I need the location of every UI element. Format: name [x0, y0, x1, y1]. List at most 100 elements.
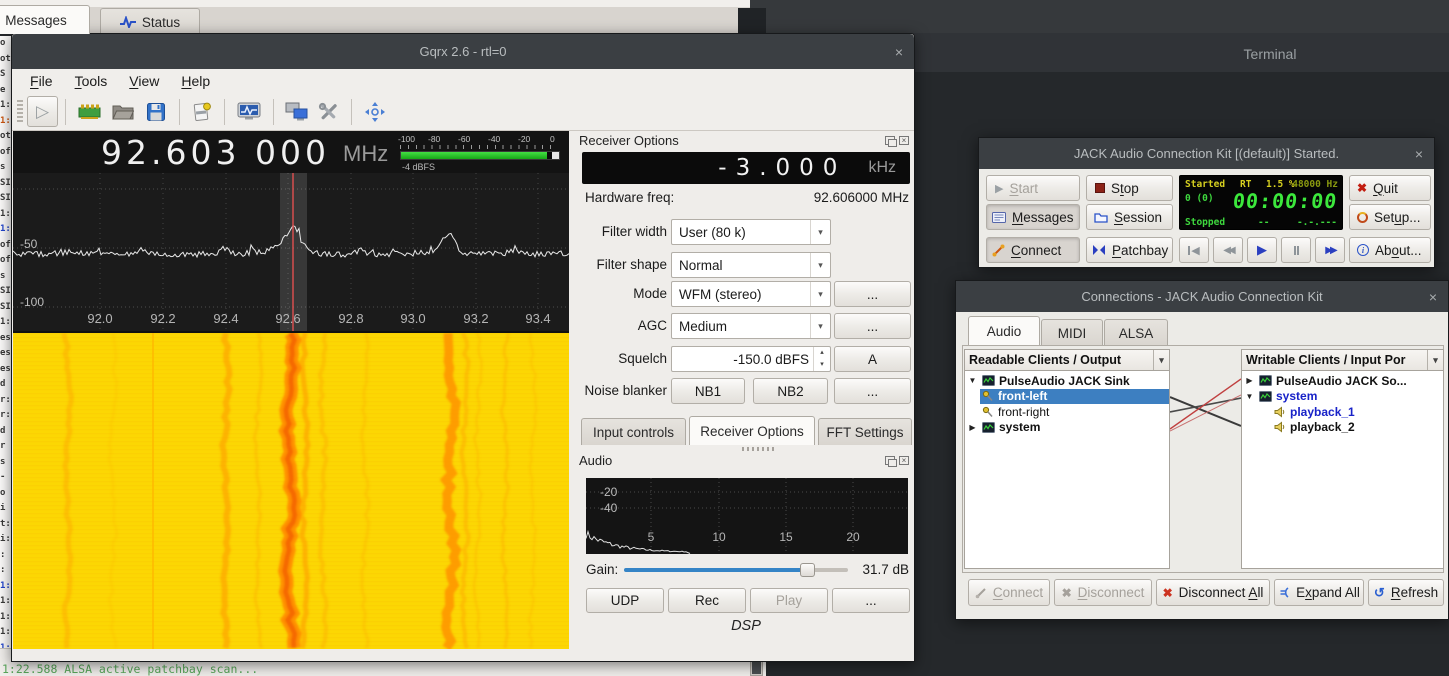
tree-port-row[interactable]: playback_1 [1242, 404, 1443, 420]
readable-clients-header[interactable]: Readable Clients / Output ▾ [964, 349, 1170, 371]
mode-combo[interactable]: WFM (stereo)▾ [671, 281, 831, 307]
patchbay-button[interactable]: Patchbay [1086, 237, 1173, 263]
menu-help[interactable]: Help [170, 73, 221, 89]
tab-audio[interactable]: Audio [968, 316, 1040, 345]
plot-panel: 92.603 000 MHz -100 -80 -60 -40 -20 0 -4… [13, 131, 569, 649]
io-devices-icon[interactable] [78, 103, 101, 121]
tab-fft-settings[interactable]: FFT Settings [818, 418, 912, 445]
log-row-fragment: 1: [0, 100, 11, 116]
jack-titlebar[interactable]: JACK Audio Connection Kit [(default)] St… [979, 138, 1434, 169]
agc-combo[interactable]: Medium▾ [671, 313, 831, 339]
disconnect-all-button[interactable]: ✖ Disconnect All [1156, 579, 1270, 606]
frequency-value[interactable]: 92.603 000 [101, 133, 330, 172]
transport-start-button[interactable]: ◀ [1179, 237, 1209, 263]
session-button[interactable]: Session [1086, 204, 1173, 230]
offset-value: -3.000 [718, 155, 846, 181]
gqrx-titlebar[interactable]: Gqrx 2.6 - rtl=0 × [12, 34, 914, 69]
spectrum-plot[interactable]: -50 -100 92.0 92.2 92.4 92.6 92.8 93.0 9… [13, 173, 569, 331]
close-icon[interactable]: × [1415, 146, 1423, 162]
close-icon[interactable]: × [1429, 289, 1437, 305]
tab-alsa[interactable]: ALSA [1104, 319, 1168, 346]
transport-forward-button[interactable]: ▶▶ [1315, 237, 1345, 263]
terminal-titlebar[interactable] [735, 0, 1449, 33]
squelch-spinbox[interactable]: -150.0 dBFS ▴ ▾ [671, 346, 831, 372]
tools-icon[interactable] [318, 102, 338, 122]
menu-file[interactable]: File [19, 73, 64, 89]
expand-all-button[interactable]: Expand All [1274, 579, 1364, 606]
nb1-button[interactable]: NB1 [671, 378, 745, 404]
rec-button[interactable]: Rec [668, 588, 746, 613]
offset-display[interactable]: -3.000 kHz [582, 152, 910, 184]
tab-status[interactable]: Status [100, 8, 200, 35]
dock-title: Audio [579, 453, 612, 468]
nb2-button[interactable]: NB2 [753, 378, 828, 404]
y-tick-label: -20 [600, 485, 617, 499]
tab-receiver-options[interactable]: Receiver Options [689, 416, 815, 445]
tree-client-row[interactable]: ▶ system [965, 420, 1169, 436]
tree-client-row[interactable]: ▼ PulseAudio JACK Sink [965, 373, 1169, 389]
transport-play-button[interactable]: ▶ [1247, 237, 1277, 263]
remote-control-icon[interactable] [285, 102, 309, 122]
log-row-fragment: i: [0, 534, 11, 550]
writable-clients-header[interactable]: Writable Clients / Input Por ▾ [1241, 349, 1444, 371]
close-icon[interactable]: × [895, 44, 903, 60]
bookmarks-icon[interactable] [192, 102, 212, 122]
log-row-fragment: SI [0, 178, 11, 194]
refresh-button[interactable]: ↺ Refresh [1368, 579, 1444, 606]
messages-button[interactable]: Messages [986, 204, 1080, 230]
tab-input-controls[interactable]: Input controls [581, 418, 686, 445]
toolbar-handle[interactable] [17, 100, 23, 124]
save-file-icon[interactable] [147, 103, 165, 121]
setup-button[interactable]: Setup... [1349, 204, 1431, 230]
gain-slider[interactable] [624, 563, 848, 577]
chevron-down-icon: ▾ [810, 282, 830, 306]
close-dock-icon[interactable]: × [899, 456, 909, 465]
connect-button[interactable]: Connect [986, 237, 1080, 263]
filter-width-combo[interactable]: User (80 k)▾ [671, 219, 831, 245]
about-button[interactable]: i About... [1349, 237, 1431, 263]
agc-options-button[interactable]: ... [834, 313, 911, 339]
spin-down-icon[interactable]: ▾ [814, 359, 830, 371]
transport-pause-button[interactable] [1281, 237, 1311, 263]
audio-options-button[interactable]: ... [832, 588, 910, 613]
spin-up-icon[interactable]: ▴ [814, 347, 830, 359]
float-dock-icon[interactable] [885, 136, 895, 145]
transport-rewind-button[interactable]: ◀◀ [1213, 237, 1243, 263]
tree-port-row[interactable]: front-right [965, 404, 1169, 420]
tree-client-row[interactable]: ▼ system [1242, 389, 1443, 405]
play-outline-icon: ▷ [36, 102, 49, 122]
dsp-window-icon[interactable] [237, 102, 261, 121]
squelch-auto-button[interactable]: A [834, 346, 911, 372]
audio-spectrum[interactable]: -20 -40 5 10 15 20 [586, 478, 908, 554]
filter-shape-combo[interactable]: Normal▾ [671, 252, 831, 278]
fullscreen-icon[interactable] [364, 101, 386, 123]
dsp-label: DSP [579, 618, 913, 634]
frequency-display[interactable]: 92.603 000 MHz -100 -80 -60 -40 -20 0 -4… [13, 131, 569, 173]
stop-button[interactable]: Stop [1086, 175, 1173, 201]
tab-messages[interactable]: Messages [0, 5, 90, 34]
tab-midi[interactable]: MIDI [1041, 319, 1103, 346]
connect-ports-button[interactable]: Connect [968, 579, 1050, 606]
connections-titlebar[interactable]: Connections - JACK Audio Connection Kit … [956, 281, 1448, 312]
float-dock-icon[interactable] [885, 456, 895, 465]
slider-handle[interactable] [800, 563, 815, 577]
nb-options-button[interactable]: ... [834, 378, 911, 404]
fast-forward-icon: ▶▶ [1325, 245, 1334, 256]
udp-button[interactable]: UDP [586, 588, 664, 613]
tree-port-row[interactable]: playback_2 [1242, 420, 1443, 436]
menu-tools[interactable]: Tools [64, 73, 119, 89]
menu-view[interactable]: View [118, 73, 170, 89]
start-dsp-button[interactable]: ▷ [27, 96, 58, 127]
play-button[interactable]: Play [750, 588, 828, 613]
messages-icon [992, 212, 1006, 223]
tree-port-row[interactable]: front-left [965, 389, 1169, 405]
close-dock-icon[interactable]: × [899, 136, 909, 145]
tree-client-row[interactable]: ▶ PulseAudio JACK So... [1242, 373, 1443, 389]
waterfall[interactable] [13, 333, 569, 649]
mode-options-button[interactable]: ... [834, 281, 911, 307]
open-file-icon[interactable] [112, 103, 134, 120]
quit-button[interactable]: ✖ Quit [1349, 175, 1431, 201]
disconnect-ports-button[interactable]: ✖ Disconnect [1054, 579, 1152, 606]
start-button[interactable]: ▶ Start [986, 175, 1080, 201]
meter-ticks [400, 145, 558, 149]
